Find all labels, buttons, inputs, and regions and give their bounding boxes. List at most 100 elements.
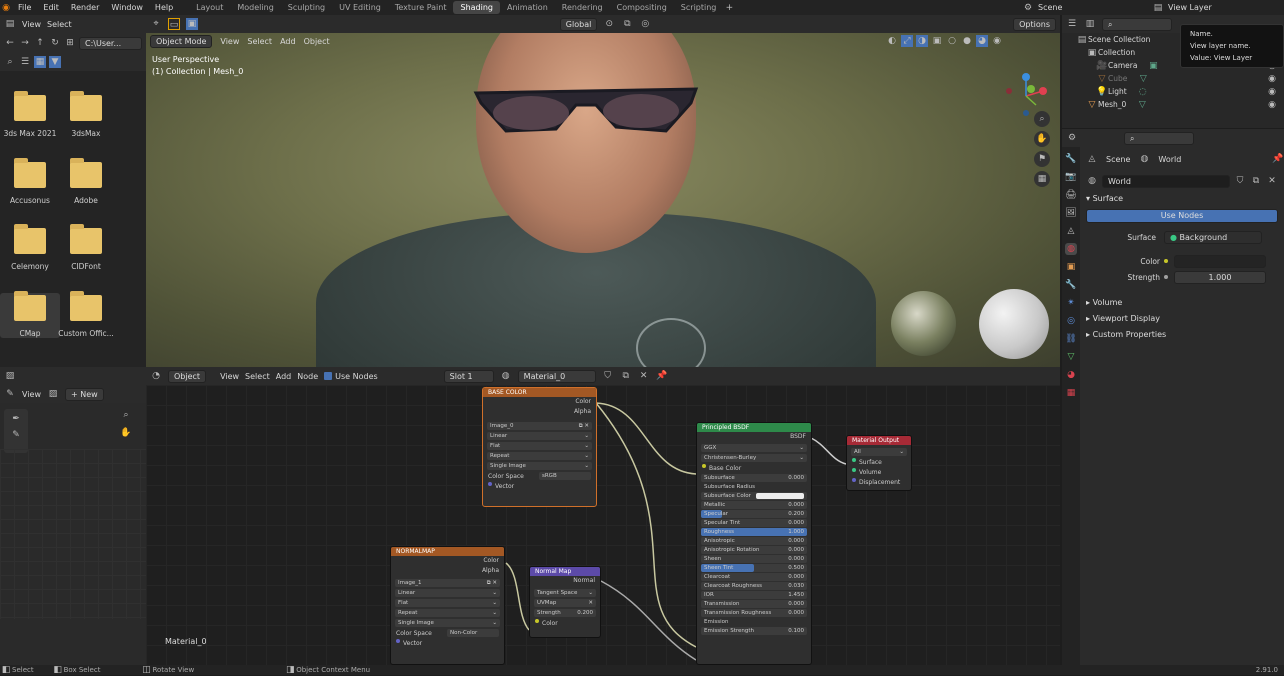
- base-color-node[interactable]: BASE COLOR Color Alpha Image_0 ⧉ ✕ Linear…: [482, 387, 597, 507]
- folder-item[interactable]: CIDFont: [56, 224, 116, 271]
- new-image-button[interactable]: + New: [64, 387, 104, 401]
- image-datablock[interactable]: Image_1 ⧉ ✕: [395, 579, 500, 587]
- outliner-row-mesh[interactable]: ▽ Mesh_0 ▽: [1062, 98, 1284, 111]
- bsdf-input-row[interactable]: IOR 1.450: [701, 591, 807, 599]
- new-folder-icon[interactable]: ⊞: [64, 37, 76, 49]
- pivot-icon[interactable]: ⊙: [603, 18, 615, 30]
- bsdf-input-row[interactable]: Clearcoat 0.000: [701, 573, 807, 581]
- data-tab-icon[interactable]: ▽: [1065, 351, 1077, 363]
- properties-editor-icon[interactable]: ⚙: [1066, 132, 1078, 144]
- tab-shading[interactable]: Shading: [453, 1, 500, 14]
- image-datablock[interactable]: Image_0 ⧉ ✕: [487, 422, 592, 430]
- use-nodes-checkbox[interactable]: Use Nodes: [324, 372, 378, 381]
- annotate-tool-icon[interactable]: ✎: [10, 429, 22, 441]
- normal-map-node[interactable]: Normal Map Normal Tangent Space ⌄ UVMap ✕ …: [529, 566, 601, 638]
- output-tab-icon[interactable]: 🖨: [1065, 189, 1077, 201]
- 3d-viewport[interactable]: Object Mode View Select Add Object ◐ ⤢ ◑…: [146, 33, 1060, 367]
- options-dropdown[interactable]: Options: [1013, 17, 1056, 31]
- outliner-editor-icon[interactable]: ☰: [1066, 18, 1078, 30]
- image-editor-type-icon[interactable]: ▨: [4, 370, 16, 382]
- node-select-menu[interactable]: Select: [245, 372, 270, 381]
- image-browse-icon[interactable]: ▨: [47, 388, 59, 400]
- visibility-icon[interactable]: ◐: [886, 35, 898, 47]
- bsdf-input-row[interactable]: Transmission 0.000: [701, 600, 807, 608]
- folder-item[interactable]: 3dsMax: [56, 91, 116, 138]
- duplicate-material-icon[interactable]: ⧉: [620, 370, 632, 382]
- eye-icon[interactable]: ◉: [1266, 99, 1278, 111]
- strength-field[interactable]: 1.000: [1174, 270, 1266, 284]
- projection-dropdown[interactable]: Flat ⌄: [487, 442, 592, 450]
- interpolation-dropdown[interactable]: Linear ⌄: [395, 589, 500, 597]
- tool-tab-icon[interactable]: 🔧: [1065, 153, 1077, 165]
- color-swatch[interactable]: [1174, 254, 1266, 268]
- ortho-toggle-icon[interactable]: ▦: [1034, 171, 1050, 187]
- bsdf-input-row[interactable]: Anisotropic 0.000: [701, 537, 807, 545]
- file-select-menu[interactable]: Select: [47, 20, 72, 29]
- search-icon[interactable]: ⌕: [4, 56, 16, 68]
- tab-scripting[interactable]: Scripting: [674, 1, 724, 14]
- menu-file[interactable]: File: [12, 3, 37, 12]
- bsdf-input-row[interactable]: Subsurface Color: [701, 492, 807, 500]
- folder-item[interactable]: 3ds Max 2021: [0, 91, 60, 138]
- refresh-icon[interactable]: ↻: [49, 37, 61, 49]
- bsdf-input-row[interactable]: Sheen 0.000: [701, 555, 807, 563]
- outliner-row-cube[interactable]: ▽ Cube ▽: [1062, 72, 1284, 85]
- view-menu[interactable]: View: [220, 37, 239, 46]
- modifier-tab-icon[interactable]: 🔧: [1065, 279, 1077, 291]
- extension-dropdown[interactable]: Repeat ⌄: [487, 452, 592, 460]
- pin-icon[interactable]: 📌: [656, 370, 668, 382]
- unlink-material-icon[interactable]: ✕: [638, 370, 650, 382]
- strength-field[interactable]: Strength 0.200: [534, 609, 596, 617]
- world-name-field[interactable]: World: [1102, 174, 1230, 188]
- mode-icon[interactable]: ✎: [4, 388, 16, 400]
- parent-dir-icon[interactable]: ↑: [34, 37, 46, 49]
- unlink-icon[interactable]: ✕: [1266, 175, 1278, 187]
- color-space-dropdown[interactable]: sRGB: [539, 472, 591, 480]
- normalmap-texture-node[interactable]: NORMALMAP Color Alpha Image_1 ⧉ ✕ Linear ⌄…: [390, 546, 505, 665]
- folder-item-selected[interactable]: CMap: [0, 291, 60, 338]
- view-layer-tab-icon[interactable]: 🖼: [1065, 207, 1077, 219]
- material-browse-icon[interactable]: ◍: [500, 370, 512, 382]
- menu-render[interactable]: Render: [65, 3, 105, 12]
- gizmo-icon[interactable]: ⤢: [901, 35, 913, 47]
- editor-type-icon[interactable]: ▤: [4, 18, 16, 30]
- slot-dropdown[interactable]: Slot 1: [443, 369, 494, 383]
- zoom-icon[interactable]: ⌕: [1034, 111, 1050, 127]
- pan-hand-icon[interactable]: ✋: [1034, 131, 1050, 147]
- filter-icon[interactable]: ▼: [49, 56, 61, 68]
- menu-edit[interactable]: Edit: [37, 3, 65, 12]
- duplicate-icon[interactable]: ⧉: [1250, 175, 1262, 187]
- subsurface-method-dropdown[interactable]: Christensen-Burley ⌄: [701, 454, 807, 462]
- outliner-row-light[interactable]: 💡 Light ◌: [1062, 85, 1284, 98]
- transform-orientation-dropdown[interactable]: Global: [559, 17, 598, 31]
- bsdf-input-row[interactable]: Subsurface Radius: [701, 483, 807, 491]
- image-view-menu[interactable]: View: [22, 390, 41, 399]
- bsdf-input-row[interactable]: Clearcoat Roughness 0.030: [701, 582, 807, 590]
- object-mode-dropdown[interactable]: Object Mode: [150, 35, 213, 48]
- folder-item[interactable]: Celemony: [0, 224, 60, 271]
- fake-user-icon[interactable]: ⛉: [602, 370, 614, 382]
- bsdf-input-row[interactable]: Emission: [701, 618, 807, 626]
- viewport-editor-type-icon[interactable]: ⌖: [150, 18, 162, 30]
- bsdf-input-row[interactable]: Transmission Roughness 0.000: [701, 609, 807, 617]
- proportional-edit-icon[interactable]: ◎: [639, 18, 651, 30]
- tab-sculpting[interactable]: Sculpting: [281, 1, 332, 14]
- scene-selector[interactable]: ⚙ Scene: [1022, 1, 1118, 14]
- projection-dropdown[interactable]: Flat ⌄: [395, 599, 500, 607]
- folder-item[interactable]: Custom Offic...: [56, 291, 116, 338]
- source-dropdown[interactable]: Single Image ⌄: [487, 462, 592, 470]
- view-layer-selector[interactable]: ▤ View Layer: [1152, 1, 1228, 14]
- bsdf-input-row[interactable]: Metallic 0.000: [701, 501, 807, 509]
- select-mode-icon[interactable]: ▣: [186, 18, 198, 30]
- extension-dropdown[interactable]: Repeat ⌄: [395, 609, 500, 617]
- rendered-shading-icon[interactable]: ◉: [991, 35, 1003, 47]
- select-tool-icon[interactable]: ▭: [168, 18, 180, 30]
- scene-tab-icon[interactable]: ◬: [1065, 225, 1077, 237]
- volume-section-header[interactable]: ▸ Volume: [1080, 295, 1284, 311]
- tab-compositing[interactable]: Compositing: [610, 1, 674, 14]
- target-dropdown[interactable]: All ⌄: [851, 448, 907, 456]
- eye-icon[interactable]: ◉: [1266, 86, 1278, 98]
- material-tab-icon[interactable]: ◕: [1065, 369, 1077, 381]
- sample-tool-icon[interactable]: ✒: [10, 413, 22, 425]
- eye-icon[interactable]: ◉: [1266, 73, 1278, 85]
